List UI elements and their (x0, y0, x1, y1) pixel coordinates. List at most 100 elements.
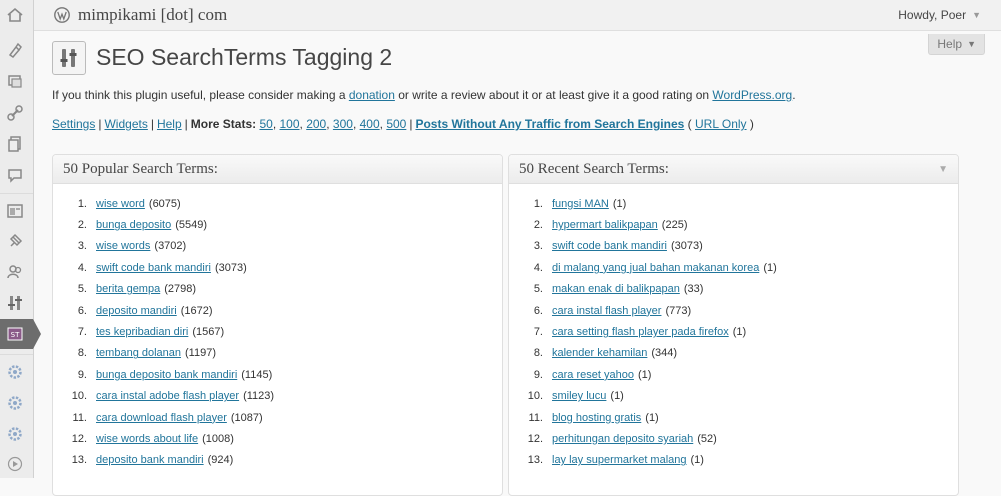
recent-terms-header[interactable]: 50 Recent Search Terms: ▼ (509, 155, 958, 184)
settings-icon[interactable] (4, 361, 26, 383)
list-number: 11. (72, 411, 87, 424)
stats-400-link[interactable]: 400 (360, 117, 380, 131)
search-term-link[interactable]: lay lay supermarket malang (552, 454, 687, 466)
list-item: 13. lay lay supermarket malang (1) (509, 450, 958, 471)
search-term-link[interactable]: swift code bank mandiri (552, 240, 667, 252)
search-term-link[interactable]: deposito mandiri (96, 305, 177, 317)
search-term-count: (1) (763, 261, 777, 274)
list-number: 6. (533, 304, 543, 317)
search-term-link[interactable]: blog hosting gratis (552, 412, 641, 424)
posts-icon[interactable] (4, 39, 26, 61)
paren-open: ( (687, 117, 692, 131)
separator: | (98, 117, 102, 131)
url-only-link[interactable]: URL Only (695, 117, 747, 131)
help-link[interactable]: Help (157, 117, 182, 131)
appearance-icon[interactable] (4, 200, 26, 222)
search-term-link[interactable]: deposito bank mandiri (96, 454, 204, 466)
search-term-link[interactable]: tembang dolanan (96, 347, 181, 359)
list-item: 2. hypermart balikpapan (225) (509, 214, 958, 235)
separator: | (409, 117, 413, 131)
no-traffic-posts-link[interactable]: Posts Without Any Traffic from Search En… (415, 117, 684, 131)
intro-text: If you think this plugin useful, please … (52, 88, 796, 102)
search-term-count: (5549) (175, 219, 208, 232)
svg-text:ST: ST (11, 331, 20, 339)
list-number: 11. (528, 411, 543, 424)
search-term-link[interactable]: cara instal adobe flash player (96, 390, 239, 402)
search-term-count: (1123) (243, 390, 275, 403)
search-term-count: (1145) (241, 368, 273, 381)
toggle-arrow-icon[interactable]: ▼ (938, 164, 948, 175)
search-term-link[interactable]: wise words about life (96, 433, 198, 445)
list-item: 6. deposito mandiri (1672) (53, 300, 502, 321)
links-icon[interactable] (4, 102, 26, 124)
widgets-link[interactable]: Widgets (104, 117, 147, 131)
plugin-links: Settings | Widgets | Help | More Stats: 50, 10… (52, 117, 754, 131)
search-term-link[interactable]: kalender kehamilan (552, 347, 647, 359)
pages-icon[interactable] (4, 133, 26, 155)
list-item: 1. wise word (6075) (53, 193, 502, 214)
list-number: 2. (77, 219, 87, 232)
donation-link[interactable]: donation (349, 88, 395, 102)
list-item: 10. cara instal adobe flash player (1123) (53, 386, 502, 407)
list-number: 7. (77, 326, 87, 339)
help-tab[interactable]: Help ▼ (928, 34, 985, 55)
search-term-link[interactable]: smiley lucu (552, 390, 606, 402)
search-term-link[interactable]: bunga deposito (96, 219, 171, 231)
media-icon[interactable] (4, 70, 26, 92)
search-term-link[interactable]: berita gempa (96, 283, 160, 295)
search-term-link[interactable]: makan enak di balikpapan (552, 283, 680, 295)
list-item: 11. blog hosting gratis (1) (509, 407, 958, 428)
settings-icon[interactable] (4, 392, 26, 414)
stats-300-link[interactable]: 300 (333, 117, 353, 131)
search-term-link[interactable]: wise words (96, 240, 150, 252)
stats-100-link[interactable]: 100 (280, 117, 300, 131)
search-term-link[interactable]: swift code bank mandiri (96, 262, 211, 274)
site-title[interactable]: mimpikami [dot] com (54, 5, 227, 25)
list-item: 12. perhitungan deposito syariah (52) (509, 428, 958, 449)
users-icon[interactable] (4, 261, 26, 283)
list-number: 13. (527, 454, 543, 467)
comments-icon[interactable] (4, 164, 26, 186)
list-item: 4. swift code bank mandiri (3073) (53, 257, 502, 278)
stats-50-link[interactable]: 50 (259, 117, 272, 131)
search-term-link[interactable]: bunga deposito bank mandiri (96, 369, 237, 381)
search-term-link[interactable]: hypermart balikpapan (552, 219, 658, 231)
list-item: 4. di malang yang jual bahan makanan kore… (509, 257, 958, 278)
search-term-count: (225) (661, 219, 688, 232)
plugins-icon[interactable] (4, 230, 26, 252)
search-term-link[interactable]: di malang yang jual bahan makanan korea (552, 262, 759, 274)
search-term-link[interactable]: cara download flash player (96, 412, 227, 424)
collapse-icon[interactable] (4, 453, 26, 475)
search-term-count: (1) (637, 368, 652, 381)
stats-200-link[interactable]: 200 (306, 117, 326, 131)
list-item: 7. cara setting flash player pada firefox… (509, 321, 958, 342)
search-term-link[interactable]: cara reset yahoo (552, 369, 634, 381)
chevron-down-icon: ▼ (972, 10, 981, 20)
settings-link[interactable]: Settings (52, 117, 95, 131)
intro-middle: or write a review about it or at least g… (394, 88, 713, 102)
search-term-count: (1) (645, 411, 659, 424)
list-number: 6. (77, 304, 87, 317)
list-number: 9. (77, 368, 87, 381)
seo-plugin-icon[interactable]: ST (4, 323, 26, 345)
search-term-count: (1) (612, 197, 627, 210)
user-menu[interactable]: Howdy, Poer ▼ (898, 8, 981, 22)
popular-terms-list: 1. wise word (6075) 2. bunga deposito (5549) 3… (53, 184, 502, 471)
wordpress-org-link[interactable]: WordPress.org (712, 88, 792, 102)
popular-terms-title: 50 Popular Search Terms: (63, 160, 218, 177)
search-term-link[interactable]: perhitungan deposito syariah (552, 433, 693, 445)
search-term-link[interactable]: cara setting flash player pada firefox (552, 326, 729, 338)
settings-icon[interactable] (4, 423, 26, 445)
search-term-link[interactable]: tes kepribadian diri (96, 326, 188, 338)
popular-terms-header[interactable]: 50 Popular Search Terms: (53, 155, 502, 184)
search-term-link[interactable]: fungsi MAN (552, 198, 609, 210)
stats-500-link[interactable]: 500 (386, 117, 406, 131)
tools-icon[interactable] (4, 292, 26, 314)
search-term-link[interactable]: cara instal flash player (552, 305, 661, 317)
menu-separator (0, 354, 33, 355)
dashboard-icon[interactable] (4, 4, 26, 26)
list-item: 2. bunga deposito (5549) (53, 214, 502, 235)
list-item: 11. cara download flash player (1087) (53, 407, 502, 428)
search-term-link[interactable]: wise word (96, 198, 145, 210)
page-title: SEO SearchTerms Tagging 2 (96, 44, 393, 70)
